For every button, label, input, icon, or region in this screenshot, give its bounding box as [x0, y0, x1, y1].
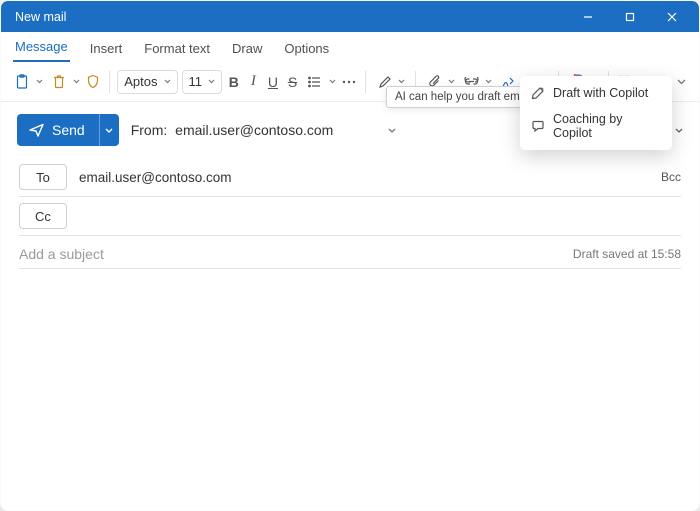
- chevron-down-icon: [34, 69, 44, 95]
- chevron-down-icon: [164, 79, 171, 84]
- chevron-down-icon: [675, 128, 683, 133]
- send-dropdown[interactable]: [99, 114, 119, 146]
- cc-row: Cc: [19, 197, 681, 236]
- trash-icon: [48, 69, 70, 95]
- send-button[interactable]: Send: [17, 114, 99, 146]
- separator: [109, 71, 110, 93]
- subject-input[interactable]: [19, 246, 573, 262]
- from-dropdown[interactable]: [383, 128, 401, 133]
- font-size-value: 11: [189, 74, 203, 89]
- menu-draft-with-copilot[interactable]: Draft with Copilot: [520, 80, 672, 106]
- delete-button[interactable]: [48, 69, 81, 95]
- chevron-down-icon: [208, 79, 215, 84]
- coaching-icon: [531, 119, 545, 133]
- from-address: email.user@contoso.com: [175, 122, 333, 138]
- chevron-down-icon: [71, 69, 81, 95]
- from-field[interactable]: From: email.user@contoso.com: [131, 122, 334, 138]
- to-label: To: [36, 170, 50, 185]
- close-button[interactable]: [651, 1, 693, 32]
- compose-fields: To Bcc Cc Draft saved at 15:58: [1, 152, 699, 269]
- ellipsis-icon: [342, 80, 356, 84]
- tab-options[interactable]: Options: [282, 35, 331, 62]
- minimize-button[interactable]: [567, 1, 609, 32]
- underline-button[interactable]: U: [265, 69, 281, 95]
- bcc-label: Bcc: [661, 170, 681, 184]
- send-label: Send: [52, 122, 85, 138]
- maximize-button[interactable]: [609, 1, 651, 32]
- archive-button[interactable]: [85, 69, 101, 95]
- to-input[interactable]: [79, 168, 661, 187]
- cc-input[interactable]: [79, 207, 681, 226]
- title-bar: New mail: [1, 1, 699, 32]
- font-family-selector[interactable]: Aptos: [117, 70, 177, 94]
- clipboard-icon: [11, 69, 33, 95]
- menu-item-label: Draft with Copilot: [553, 86, 648, 100]
- cc-button[interactable]: Cc: [19, 203, 67, 229]
- strikethrough-button[interactable]: S: [285, 69, 301, 95]
- app-window: New mail Message Insert Format text Draw…: [0, 0, 700, 511]
- tooltip-text: AI can help you draft emails: [395, 91, 537, 103]
- tab-insert[interactable]: Insert: [88, 35, 125, 62]
- shield-icon: [86, 74, 100, 89]
- font-family-value: Aptos: [124, 74, 157, 89]
- ribbon-tabs: Message Insert Format text Draw Options: [1, 32, 699, 62]
- list-button[interactable]: [304, 69, 337, 95]
- bcc-button[interactable]: Bcc: [661, 170, 681, 184]
- more-formatting-button[interactable]: [341, 69, 357, 95]
- to-row: To Bcc: [19, 158, 681, 197]
- italic-button[interactable]: I: [246, 69, 262, 95]
- send-icon: [29, 123, 44, 137]
- subject-row: Draft saved at 15:58: [19, 236, 681, 269]
- separator: [365, 71, 366, 93]
- list-icon: [304, 69, 326, 95]
- from-prefix: From:: [131, 122, 168, 138]
- message-body-editor[interactable]: [1, 269, 699, 510]
- cc-label: Cc: [35, 209, 51, 224]
- menu-item-label: Coaching by Copilot: [553, 112, 661, 140]
- maximize-icon: [625, 12, 635, 22]
- chevron-down-icon: [677, 79, 686, 85]
- chevron-down-icon: [327, 69, 337, 95]
- pencil-spark-icon: [531, 86, 545, 100]
- menu-coaching-by-copilot[interactable]: Coaching by Copilot: [520, 106, 672, 146]
- minimize-icon: [583, 12, 593, 22]
- copilot-menu: Draft with Copilot Coaching by Copilot: [520, 76, 672, 150]
- tab-message[interactable]: Message: [13, 33, 70, 62]
- close-icon: [667, 12, 677, 22]
- chevron-down-icon: [105, 128, 113, 133]
- chevron-down-icon: [388, 128, 396, 133]
- send-button-group: Send: [17, 114, 119, 146]
- tab-draw[interactable]: Draw: [230, 35, 264, 62]
- paste-button[interactable]: [11, 69, 44, 95]
- font-size-selector[interactable]: 11: [182, 70, 223, 94]
- tab-format-text[interactable]: Format text: [142, 35, 212, 62]
- ribbon-collapse-button[interactable]: [675, 63, 689, 101]
- to-button[interactable]: To: [19, 164, 67, 190]
- bold-button[interactable]: B: [226, 69, 242, 95]
- window-title: New mail: [15, 10, 567, 24]
- draft-status: Draft saved at 15:58: [573, 247, 681, 261]
